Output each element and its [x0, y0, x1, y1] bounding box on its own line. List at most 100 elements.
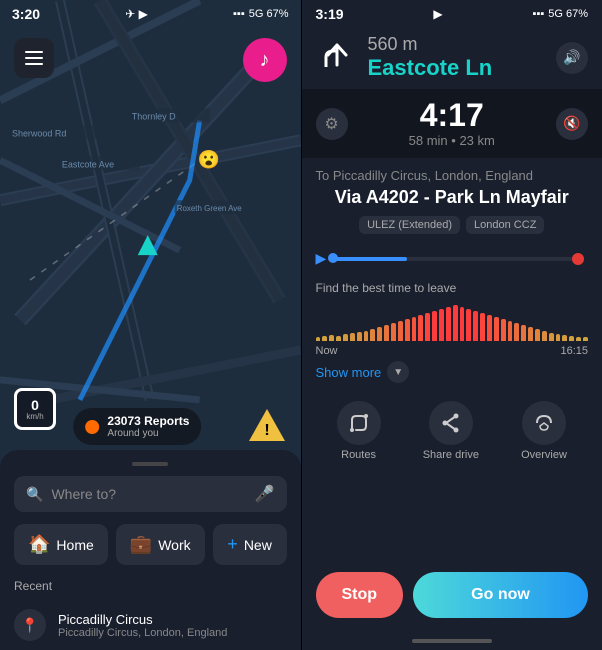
traffic-bar [556, 334, 561, 341]
route-info: To Piccadilly Circus, London, England Vi… [302, 158, 602, 244]
eta-details: 58 min • 23 km [409, 133, 495, 148]
traffic-bar [514, 323, 519, 341]
traffic-bar [322, 336, 327, 341]
traffic-bar [549, 333, 554, 341]
location-icon-right: ▶ [433, 7, 442, 21]
music-button[interactable]: ♪ [243, 38, 287, 82]
sheet-handle [132, 462, 168, 466]
traffic-bar [583, 337, 588, 341]
traffic-bar [494, 317, 499, 341]
routes-icon-wrap [337, 401, 381, 445]
search-bar[interactable]: 🔍 Where to? 🎤 [14, 476, 287, 512]
status-icons-left: ▪▪▪ 5G 67% [233, 8, 288, 20]
route-start-arrow: ▶ [316, 250, 327, 267]
eta-center: 4:17 58 min • 23 km [409, 99, 495, 148]
ulez-tag: ULEZ (Extended) [359, 216, 460, 234]
recent-item-icon-wrap: 📍 [14, 609, 46, 641]
svg-text:Eastcote Ave: Eastcote Ave [62, 159, 114, 169]
gear-icon: ⚙ [324, 114, 338, 134]
eta-bar: ⚙ 4:17 58 min • 23 km 🔇 [302, 89, 602, 158]
stop-label: Stop [341, 586, 377, 604]
svg-text:Roxeth Green Ave: Roxeth Green Ave [177, 204, 243, 213]
nav-distance: 560 m [368, 34, 493, 55]
plus-icon: + [227, 534, 238, 555]
new-button[interactable]: + New [213, 524, 287, 565]
location-icon-left: ✈ ▶ [125, 7, 148, 21]
traffic-bar [329, 335, 334, 341]
turn-icon-wrap [316, 37, 358, 79]
speed-unit: km/h [26, 412, 43, 421]
microphone-icon[interactable]: 🎤 [255, 484, 275, 504]
work-label: Work [158, 537, 190, 553]
progress-fill [332, 257, 406, 261]
traffic-bar [480, 313, 485, 341]
quick-actions: 🏠 Home 💼 Work + New [14, 524, 287, 565]
voice-button[interactable]: 🔊 [556, 42, 588, 74]
traffic-bars [316, 301, 589, 341]
settings-button[interactable]: ⚙ [316, 108, 348, 140]
search-icon: 🔍 [26, 486, 43, 503]
list-item[interactable]: 📍 Piccadilly Circus Piccadilly Circus, L… [14, 603, 287, 647]
svg-text:Sherwood Rd: Sherwood Rd [12, 128, 66, 138]
warning-triangle-icon: ! [247, 405, 287, 445]
routes-button[interactable]: Routes [337, 401, 381, 461]
signal-bars-right: ▪▪▪ [533, 8, 545, 20]
traffic-bar [501, 319, 506, 341]
eta-distance: 23 km [459, 133, 494, 148]
traffic-bar [418, 315, 423, 341]
new-label: New [244, 537, 272, 553]
reports-text: 23073 Reports Around you [107, 414, 189, 439]
traffic-bar [425, 313, 430, 341]
warning-sign[interactable]: ! [247, 405, 287, 445]
reports-count: 23073 Reports [107, 414, 189, 428]
network-type-right: 5G 67% [548, 8, 588, 20]
traffic-bar [398, 321, 403, 341]
network-type-left: 5G 67% [249, 8, 289, 20]
traffic-bar [446, 307, 451, 341]
recent-label: Recent [14, 579, 287, 593]
overview-icon [533, 412, 555, 434]
traffic-bar [466, 309, 471, 341]
overview-button[interactable]: Overview [521, 401, 567, 461]
progress-bar [332, 257, 580, 261]
search-input[interactable]: Where to? [51, 486, 246, 502]
turn-arrow-icon [318, 39, 356, 77]
menu-button[interactable] [14, 38, 54, 78]
eta-duration: 58 min [409, 133, 448, 148]
overview-icon-wrap [522, 401, 566, 445]
reports-badge[interactable]: 23073 Reports Around you [73, 408, 201, 445]
speaker-icon: 🔇 [563, 115, 580, 132]
svg-text:😮: 😮 [198, 149, 220, 169]
traffic-bar [542, 331, 547, 341]
progress-start-dot [328, 253, 338, 263]
traffic-bar [528, 327, 533, 341]
traffic-bar [405, 319, 410, 341]
signal-bars-left: ▪▪▪ [233, 8, 245, 20]
go-now-button[interactable]: Go now [413, 572, 588, 618]
eta-time: 4:17 [409, 99, 495, 131]
show-more-button[interactable]: Show more ▼ [316, 361, 589, 383]
route-via: Via A4202 - Park Ln Mayfair [316, 187, 589, 208]
traffic-bar [412, 317, 417, 341]
nav-distance-info: 560 m Eastcote Ln [368, 34, 493, 81]
stop-button[interactable]: Stop [316, 572, 404, 618]
time-to-leave-section: Find the best time to leave Now 16:15 Sh… [302, 273, 602, 391]
ccz-tag: London CCZ [466, 216, 544, 234]
time-right: 3:19 [316, 6, 344, 22]
work-button[interactable]: 💼 Work [116, 524, 205, 565]
speed-value: 0 [31, 398, 39, 412]
nav-header: 560 m Eastcote Ln 🔊 [302, 28, 602, 89]
route-progress: ▶ [302, 244, 602, 273]
volume-button[interactable]: 🔇 [556, 108, 588, 140]
traffic-bar [384, 325, 389, 341]
home-button[interactable]: 🏠 Home [14, 524, 108, 565]
traffic-bar [370, 329, 375, 341]
share-label: Share drive [423, 449, 479, 461]
recent-item-address: Piccadilly Circus, London, England [58, 627, 227, 639]
go-now-label: Go now [471, 586, 530, 604]
bottom-buttons: Stop Go now [302, 564, 602, 632]
traffic-bar [432, 311, 437, 341]
traffic-bar [508, 321, 513, 341]
share-drive-button[interactable]: Share drive [423, 401, 479, 461]
status-bar-right: 3:19 ▶ ▪▪▪ 5G 67% [302, 0, 602, 28]
